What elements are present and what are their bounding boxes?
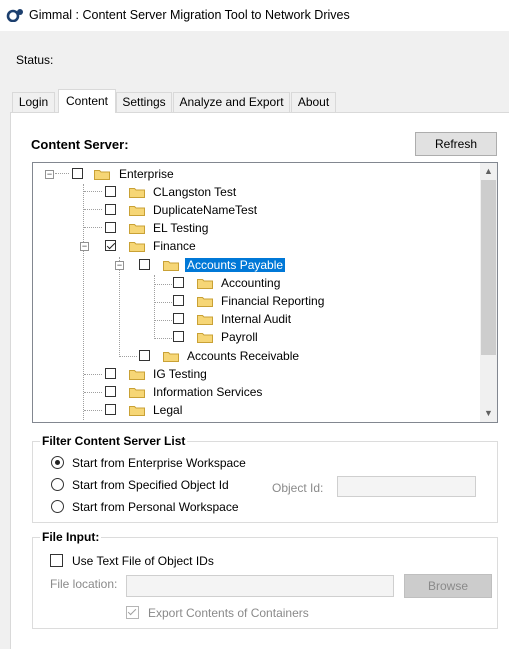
folder-icon xyxy=(129,370,145,380)
tree-node-label: DuplicateNameTest xyxy=(153,203,258,217)
tree-checkbox[interactable] xyxy=(105,204,116,215)
folder-icon xyxy=(163,261,179,271)
use-text-file-checkbox[interactable] xyxy=(50,554,63,567)
folder-icon xyxy=(197,279,213,289)
tree-node[interactable]: DuplicateNameTest xyxy=(33,201,473,219)
tree-checkbox[interactable] xyxy=(105,240,116,251)
tree-checkbox[interactable] xyxy=(105,404,116,415)
tree-node-label: Legal xyxy=(153,403,183,417)
tree-node-label: Finance xyxy=(153,239,196,253)
scroll-down-icon[interactable]: ▼ xyxy=(480,405,497,422)
radio-label: Start from Personal Workspace xyxy=(72,500,239,514)
radio-specified-object-id[interactable] xyxy=(51,478,64,491)
tree-node-accounts-payable[interactable]: − Accounts Payable xyxy=(33,256,473,274)
folder-icon xyxy=(197,315,213,325)
tree-node-label: Financial Reporting xyxy=(221,294,325,308)
tree-node-label: Payroll xyxy=(221,330,258,344)
file-location-input[interactable] xyxy=(126,575,394,597)
folder-icon xyxy=(129,388,145,398)
tree-node-label: Enterprise xyxy=(119,167,174,181)
title-bar: Gimmal : Content Server Migration Tool t… xyxy=(0,0,509,31)
tree-checkbox[interactable] xyxy=(105,386,116,397)
folder-icon xyxy=(129,206,145,216)
radio-enterprise-workspace[interactable] xyxy=(51,456,64,469)
folder-icon xyxy=(94,170,110,180)
tree-node[interactable]: Financial Reporting xyxy=(33,292,473,310)
radio-label: Start from Enterprise Workspace xyxy=(72,456,246,470)
file-input-group-title: File Input: xyxy=(40,530,102,544)
tree-checkbox[interactable] xyxy=(173,295,184,306)
tree-node[interactable]: Internal Audit xyxy=(33,310,473,328)
tree-node-label: CLangston Test xyxy=(153,185,237,199)
tree-node-label: Accounts Receivable xyxy=(187,349,300,363)
file-location-label: File location: xyxy=(50,577,118,591)
folder-icon xyxy=(197,333,213,343)
tree-node-enterprise[interactable]: − Enterprise xyxy=(33,165,473,183)
tree-node[interactable]: IG Testing xyxy=(33,365,473,383)
folder-icon xyxy=(129,188,145,198)
content-server-tree[interactable]: − Enterprise CLangston Test DuplicateNam… xyxy=(32,162,498,423)
tree-checkbox[interactable] xyxy=(173,331,184,342)
app-logo-icon xyxy=(6,9,23,22)
collapse-toggle[interactable]: − xyxy=(115,261,124,270)
tree-checkbox[interactable] xyxy=(139,350,150,361)
collapse-toggle[interactable]: − xyxy=(80,242,89,251)
tree-node-label: Accounts Payable xyxy=(185,258,286,272)
tree-node[interactable]: Information Services xyxy=(33,383,473,401)
tree-node[interactable]: Accounts Receivable xyxy=(33,347,473,365)
tree-node[interactable]: Accounting xyxy=(33,274,473,292)
tree-node-label: Accounting xyxy=(221,276,281,290)
folder-icon xyxy=(163,352,179,362)
tab-content[interactable]: Content xyxy=(58,89,116,113)
tree-node-label: Internal Audit xyxy=(221,312,292,326)
tree-node[interactable]: Payroll xyxy=(33,328,473,346)
folder-icon xyxy=(129,224,145,234)
tab-settings[interactable]: Settings xyxy=(116,92,172,112)
tree-checkbox[interactable] xyxy=(105,186,116,197)
tree-checkbox[interactable] xyxy=(72,168,83,179)
tree-node-label: IG Testing xyxy=(153,367,207,381)
status-label: Status: xyxy=(16,53,54,67)
tree-node[interactable]: Legal xyxy=(33,401,473,419)
tree-node-label: Information Services xyxy=(153,385,263,399)
object-id-input[interactable] xyxy=(337,476,476,497)
object-id-label: Object Id: xyxy=(272,481,324,495)
tree-node-finance[interactable]: − Finance xyxy=(33,237,473,255)
tree-scrollbar[interactable]: ▲ ▼ xyxy=(480,163,497,422)
tab-login[interactable]: Login xyxy=(12,92,55,112)
tree-checkbox[interactable] xyxy=(139,259,150,270)
tree-node[interactable]: EL Testing xyxy=(33,219,473,237)
folder-icon xyxy=(129,406,145,416)
browse-button[interactable]: Browse xyxy=(404,574,492,598)
content-server-label: Content Server: xyxy=(31,137,129,152)
tree-checkbox[interactable] xyxy=(105,222,116,233)
scroll-up-icon[interactable]: ▲ xyxy=(480,163,497,180)
filter-group-title: Filter Content Server List xyxy=(40,434,188,448)
use-text-file-label: Use Text File of Object IDs xyxy=(72,554,214,568)
collapse-toggle[interactable]: − xyxy=(45,170,54,179)
window-title: Gimmal : Content Server Migration Tool t… xyxy=(29,8,350,22)
scrollbar-thumb[interactable] xyxy=(481,180,496,355)
radio-label: Start from Specified Object Id xyxy=(72,478,229,492)
tree-checkbox[interactable] xyxy=(105,368,116,379)
export-contents-label: Export Contents of Containers xyxy=(148,606,309,620)
folder-icon xyxy=(197,297,213,307)
tab-about[interactable]: About xyxy=(291,92,336,112)
tree-node[interactable]: CLangston Test xyxy=(33,183,473,201)
tab-analyze-and-export[interactable]: Analyze and Export xyxy=(173,92,290,112)
refresh-button[interactable]: Refresh xyxy=(415,132,497,156)
folder-icon xyxy=(129,242,145,252)
tree-node-label: EL Testing xyxy=(153,221,209,235)
radio-personal-workspace[interactable] xyxy=(51,500,64,513)
export-contents-checkbox[interactable] xyxy=(126,606,139,619)
tree-checkbox[interactable] xyxy=(173,313,184,324)
tree-checkbox[interactable] xyxy=(173,277,184,288)
